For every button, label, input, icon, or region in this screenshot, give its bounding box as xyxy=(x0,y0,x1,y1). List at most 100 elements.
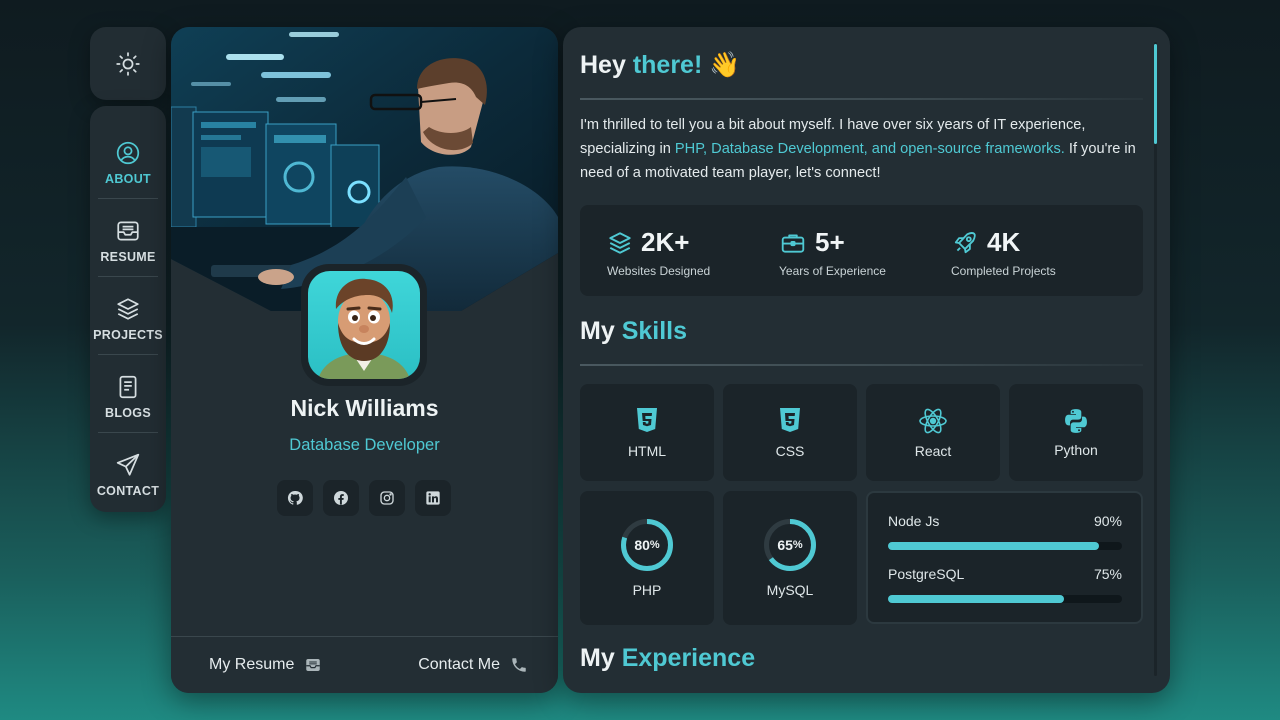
skills-heading-prefix: My xyxy=(580,317,615,345)
linkedin-icon xyxy=(426,491,440,505)
ring-value: 80 xyxy=(634,537,650,553)
progress-ring: 80% xyxy=(620,518,674,572)
github-icon xyxy=(287,490,303,505)
progress-bar-track xyxy=(888,595,1122,603)
side-nav: ABOUT RESUME PROJECTS BLOGS CONTACT xyxy=(90,106,166,512)
skill-name: CSS xyxy=(775,442,805,459)
progress-bar-fill xyxy=(888,595,1064,603)
contact-me-label: Contact Me xyxy=(418,656,500,673)
react-icon xyxy=(919,408,947,433)
stat-label: Websites Designed xyxy=(607,264,711,278)
nav-item-blogs[interactable]: BLOGS xyxy=(90,354,166,436)
paper-plane-icon xyxy=(116,453,140,476)
skill-name: React xyxy=(914,442,952,459)
avatar xyxy=(308,271,420,379)
my-resume-label: My Resume xyxy=(209,656,295,673)
skill-card-css: CSS xyxy=(723,384,857,481)
ring-unit: % xyxy=(792,539,803,551)
stat-websites: 2K+ Websites Designed xyxy=(607,227,710,278)
user-circle-icon xyxy=(116,141,140,165)
theme-toggle-button[interactable] xyxy=(90,27,166,100)
stat-value: 2K+ xyxy=(641,227,690,257)
skill-ring-mysql: 65% MySQL xyxy=(723,491,857,625)
skills-divider xyxy=(580,364,1143,366)
stats-card: 2K+ Websites Designed 5+ Years of Experi… xyxy=(580,205,1143,296)
nav-item-contact[interactable]: CONTACT xyxy=(90,432,166,514)
nav-label-projects: PROJECTS xyxy=(93,328,163,342)
inbox-tray-icon xyxy=(306,659,321,671)
about-intro: I'm thrilled to tell you a bit about mys… xyxy=(580,113,1140,185)
social-links xyxy=(277,480,451,516)
skills-heading-accent: Skills xyxy=(621,317,688,345)
my-resume-button[interactable]: My Resume xyxy=(209,656,322,674)
linkedin-link[interactable] xyxy=(415,480,451,516)
skill-bar-postgresql: PostgreSQL 75% xyxy=(888,566,1122,603)
about-heading-prefix: Hey xyxy=(580,51,626,79)
rocket-icon xyxy=(954,231,976,253)
bar-value: 90% xyxy=(1093,513,1122,529)
avatar-frame xyxy=(301,264,427,386)
experience-heading-prefix: My xyxy=(580,644,615,672)
css3-icon xyxy=(780,407,800,432)
profile-role: Database Developer xyxy=(289,436,440,454)
ring-value: 65 xyxy=(777,537,793,553)
briefcase-icon xyxy=(781,233,805,253)
bar-name: PostgreSQL xyxy=(888,566,965,582)
skill-card-react: React xyxy=(866,384,1000,481)
progress-ring: 65% xyxy=(763,518,817,572)
skill-name: PHP xyxy=(632,582,662,598)
skill-bar-nodejs: Node Js 90% xyxy=(888,513,1122,550)
nav-label-blogs: BLOGS xyxy=(105,406,151,420)
nav-item-about[interactable]: ABOUT xyxy=(90,124,166,202)
about-divider xyxy=(580,98,1143,100)
progress-bar-track xyxy=(888,542,1122,550)
stat-years: 5+ Years of Experience xyxy=(779,227,886,278)
stat-label: Completed Projects xyxy=(951,264,1056,278)
about-heading-accent: there! xyxy=(632,51,703,79)
skill-name: MySQL xyxy=(766,582,814,598)
ring-unit: % xyxy=(649,539,660,551)
nav-label-contact: CONTACT xyxy=(96,484,160,498)
skill-bars-card: Node Js 90% PostgreSQL 75% xyxy=(866,491,1143,624)
stat-value: 4K xyxy=(987,227,1021,257)
scrollbar-thumb[interactable] xyxy=(1154,44,1157,144)
facebook-link[interactable] xyxy=(323,480,359,516)
layers-icon xyxy=(117,298,139,320)
bar-name: Node Js xyxy=(888,513,940,529)
nav-label-resume: RESUME xyxy=(100,250,156,264)
instagram-link[interactable] xyxy=(369,480,405,516)
sun-icon xyxy=(116,51,140,76)
stat-projects: 4K Completed Projects xyxy=(951,227,1056,278)
document-icon xyxy=(119,375,137,399)
skill-card-html: HTML xyxy=(580,384,714,481)
profile-footer: My Resume Contact Me xyxy=(171,636,558,693)
html5-icon xyxy=(637,407,657,432)
intro-highlight: PHP, Database Development, and open-sour… xyxy=(674,141,1065,157)
nav-label-about: ABOUT xyxy=(105,172,151,186)
facebook-icon xyxy=(334,491,348,505)
skills-heading: My Skills xyxy=(580,317,687,346)
stat-value: 5+ xyxy=(815,227,845,257)
profile-name: Nick Williams xyxy=(290,395,439,421)
bar-value: 75% xyxy=(1093,566,1122,582)
about-panel: Hey there! 👋 I'm thrilled to tell you a … xyxy=(563,27,1170,693)
nav-item-projects[interactable]: PROJECTS xyxy=(90,276,166,358)
skill-ring-php: 80% PHP xyxy=(580,491,714,625)
progress-bar-fill xyxy=(888,542,1099,550)
experience-heading-accent: Experience xyxy=(621,644,756,672)
phone-icon xyxy=(512,658,526,672)
stat-label: Years of Experience xyxy=(779,264,886,278)
about-heading: Hey there! 👋 xyxy=(580,51,740,80)
instagram-icon xyxy=(380,491,394,505)
skill-name: HTML xyxy=(627,442,667,459)
nav-item-resume[interactable]: RESUME xyxy=(90,198,166,280)
skill-name: Python xyxy=(1054,441,1098,458)
experience-heading: My Experience xyxy=(580,644,755,673)
profile-card: Nick Williams Database Developer My Resu… xyxy=(171,27,558,693)
layers-icon xyxy=(609,231,631,254)
contact-me-button[interactable]: Contact Me xyxy=(418,656,528,674)
github-link[interactable] xyxy=(277,480,313,516)
skill-card-python: Python xyxy=(1009,384,1143,481)
python-icon xyxy=(1065,408,1087,433)
inbox-tray-icon xyxy=(117,221,139,241)
